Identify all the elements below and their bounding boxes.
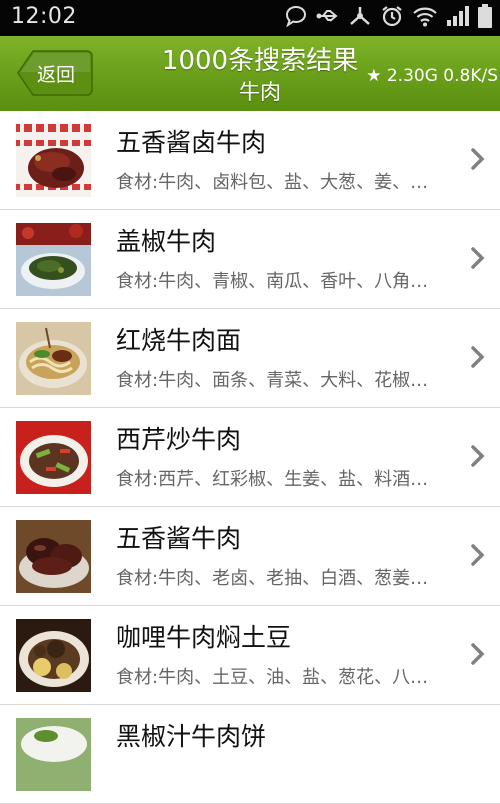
usb-icon (316, 5, 340, 31)
chevron-right-icon (470, 246, 486, 270)
list-item[interactable]: 红烧牛肉面 食材:牛肉、面条、青菜、大料、花椒… (0, 309, 500, 408)
recipe-ingredients: 食材:西芹、红彩椒、生姜、盐、料酒… (116, 469, 429, 490)
list-item[interactable]: 西芹炒牛肉 食材:西芹、红彩椒、生姜、盐、料酒… (0, 408, 500, 507)
alarm-icon (380, 5, 404, 31)
chevron-right-icon (470, 642, 486, 666)
back-button[interactable]: 返回 (17, 50, 93, 96)
pepper-beef-thumbnail (16, 223, 91, 296)
recipe-title: 红烧牛肉面 (116, 326, 242, 355)
celery-beef-thumbnail (16, 421, 91, 494)
chevron-right-icon (470, 345, 486, 369)
beef-patty-thumbnail (16, 718, 91, 791)
share-icon (348, 5, 372, 31)
curry-beef-thumbnail (16, 619, 91, 692)
battery-icon (478, 4, 492, 32)
recipe-ingredients: 食材:牛肉、面条、青菜、大料、花椒… (116, 370, 429, 391)
beef-noodle-thumbnail (16, 322, 91, 395)
chevron-right-icon (470, 543, 486, 567)
traffic-stats: ★ 2.30G 0.8K/S (366, 66, 498, 86)
chevron-right-icon (470, 147, 486, 171)
wifi-icon (412, 5, 438, 31)
status-time: 12:02 (11, 4, 77, 29)
recipe-ingredients: 食材:牛肉、青椒、南瓜、香叶、八角… (116, 271, 429, 292)
result-list: 五香酱卤牛肉 食材:牛肉、卤料包、盐、大葱、姜、… 盖椒牛肉 食材:牛肉、青椒、… (0, 111, 500, 804)
list-item[interactable]: 五香酱卤牛肉 食材:牛肉、卤料包、盐、大葱、姜、… (0, 111, 500, 210)
status-bar: 12:02 (0, 0, 500, 36)
recipe-title: 西芹炒牛肉 (116, 425, 242, 454)
list-item[interactable]: 黑椒汁牛肉饼 (0, 705, 500, 804)
recipe-ingredients: 食材:牛肉、老卤、老抽、白酒、葱姜… (116, 568, 429, 589)
recipe-title: 五香酱卤牛肉 (116, 128, 267, 157)
header-bar: 返回 1000条搜索结果 牛肉 ★ 2.30G 0.8K/S (0, 36, 500, 112)
signal-icon (446, 5, 470, 31)
recipe-ingredients: 食材:牛肉、卤料包、盐、大葱、姜、… (116, 172, 429, 193)
chat-bubble-icon (284, 5, 308, 31)
recipe-ingredients: 食材:牛肉、土豆、油、盐、葱花、八… (116, 667, 429, 688)
page-title: 1000条搜索结果 (161, 46, 359, 76)
list-item[interactable]: 五香酱牛肉 食材:牛肉、老卤、老抽、白酒、葱姜… (0, 507, 500, 606)
recipe-title: 黑椒汁牛肉饼 (116, 722, 267, 751)
braised-beef-thumbnail (16, 124, 91, 197)
spiced-beef-thumbnail (16, 520, 91, 593)
list-item[interactable]: 盖椒牛肉 食材:牛肉、青椒、南瓜、香叶、八角… (0, 210, 500, 309)
back-button-label: 返回 (37, 64, 76, 86)
recipe-title: 五香酱牛肉 (116, 524, 242, 553)
recipe-title: 咖哩牛肉焖土豆 (116, 623, 292, 652)
search-keyword: 牛肉 (239, 80, 281, 104)
list-item[interactable]: 咖哩牛肉焖土豆 食材:牛肉、土豆、油、盐、葱花、八… (0, 606, 500, 705)
recipe-title: 盖椒牛肉 (116, 227, 217, 256)
status-icons (284, 4, 492, 32)
chevron-right-icon (470, 444, 486, 468)
